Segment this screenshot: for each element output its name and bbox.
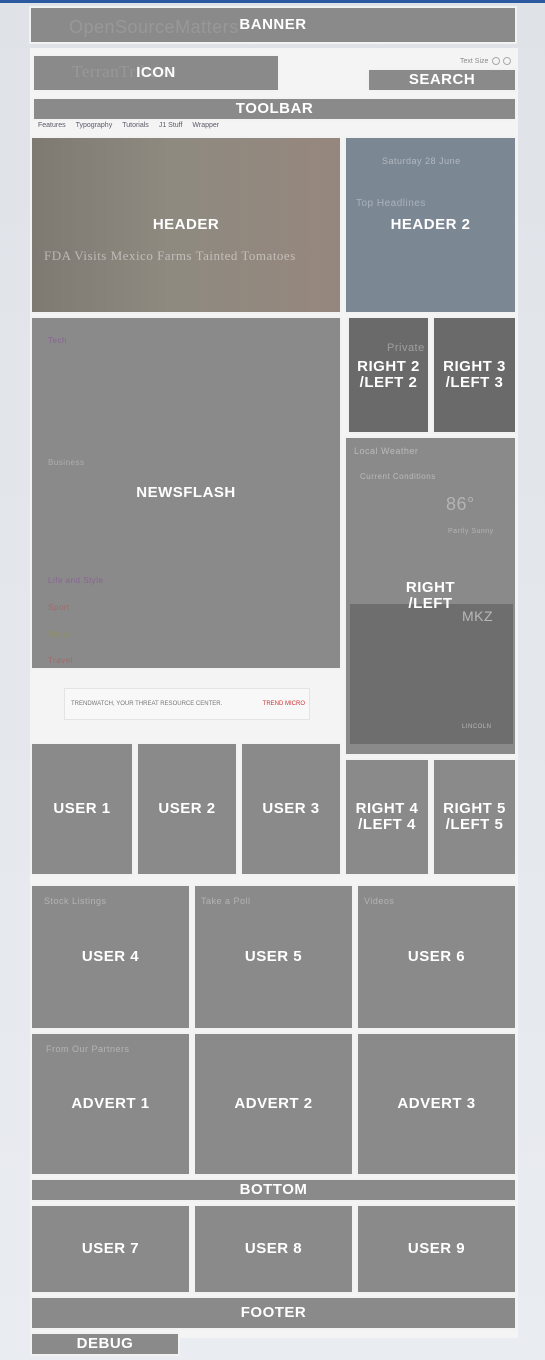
right-3-left-3-block[interactable]: RIGHT 3 /LEFT 3 <box>432 316 517 434</box>
right-4-label: RIGHT 4 /LEFT 4 <box>355 800 419 833</box>
current-conditions-title: Current Conditions <box>360 472 436 481</box>
take-a-poll-title: Take a Poll <box>201 896 251 906</box>
header-2-label: HEADER 2 <box>390 216 471 234</box>
top-headlines-title: Top Headlines <box>356 198 426 209</box>
newsflash-section-business: Business <box>48 458 85 467</box>
date-day: Saturday <box>382 156 423 166</box>
trend-micro-advert[interactable]: TRENDWATCH, YOUR THREAT RESOURCE CENTER.… <box>64 688 310 720</box>
subnav-features[interactable]: Features <box>38 122 66 129</box>
user-7-label: USER 7 <box>81 1240 140 1258</box>
user-9-label: USER 9 <box>407 1240 466 1258</box>
newsflash-section-life: Life and Style <box>48 576 104 585</box>
stock-listings-title: Stock Listings <box>44 896 107 906</box>
site-name-text: OpenSourceMatters <box>69 17 239 37</box>
right-3-label: RIGHT 3 /LEFT 3 <box>443 358 506 391</box>
advert-2-block[interactable]: ADVERT 2 <box>193 1032 354 1176</box>
date-display: Saturday 28 June <box>382 156 461 166</box>
toolbar-label: TOOLBAR <box>235 100 314 118</box>
advert-3-block[interactable]: ADVERT 3 <box>356 1032 517 1176</box>
right-left-block[interactable]: Local Weather Current Conditions 86° Par… <box>344 436 517 756</box>
private-video-title: Private video <box>387 342 428 354</box>
subnav: Features Typography Tutorials J1 Stuff W… <box>38 122 219 129</box>
newsflash-section-sport: Sport <box>48 603 70 612</box>
user-3-label: USER 3 <box>262 800 320 818</box>
icon-label: ICON <box>136 64 176 82</box>
user-8-block[interactable]: USER 8 <box>193 1204 354 1294</box>
weather-temperature: 86° <box>446 494 475 514</box>
user-5-label: USER 5 <box>244 948 303 966</box>
right-5-left-5-block[interactable]: RIGHT 5 /LEFT 5 <box>432 758 517 876</box>
user-1-label: USER 1 <box>53 800 111 818</box>
advert-1-label: ADVERT 1 <box>71 1095 150 1113</box>
right-2-left-2-block[interactable]: Private video RIGHT 2 /LEFT 2 <box>347 316 430 434</box>
partners-title: From Our Partners <box>46 1044 130 1054</box>
car-advert-image[interactable]: MKZ LINCOLN <box>350 604 513 744</box>
newsflash-label: NEWSFLASH <box>136 484 236 502</box>
search-label: SEARCH <box>408 71 476 89</box>
car-model-text: MKZ <box>462 608 494 624</box>
footer-block[interactable]: FOOTER <box>30 1296 517 1330</box>
bottom-block[interactable]: BOTTOM <box>30 1178 517 1202</box>
bottom-label: BOTTOM <box>239 1181 308 1199</box>
user-4-block[interactable]: Stock Listings USER 4 <box>30 884 191 1030</box>
user-5-block[interactable]: Take a Poll USER 5 <box>193 884 354 1030</box>
text-size-decrease-icon[interactable] <box>492 57 500 65</box>
car-brand-text: LINCOLN <box>462 724 492 730</box>
user-4-label: USER 4 <box>81 948 140 966</box>
user-6-block[interactable]: Videos USER 6 <box>356 884 517 1030</box>
user-2-block[interactable]: USER 2 <box>136 742 238 876</box>
right-4-left-4-block[interactable]: RIGHT 4 /LEFT 4 <box>344 758 430 876</box>
subnav-typography[interactable]: Typography <box>76 122 113 129</box>
footer-label: FOOTER <box>240 1304 307 1322</box>
user-1-block[interactable]: USER 1 <box>30 742 134 876</box>
subnav-wrapper[interactable]: Wrapper <box>192 122 219 129</box>
right-5-label: RIGHT 5 /LEFT 5 <box>443 800 506 833</box>
trend-ad-brand: TREND MICRO <box>262 701 305 707</box>
newsflash-section-travel: Travel <box>48 656 73 665</box>
user-3-block[interactable]: USER 3 <box>240 742 342 876</box>
user-7-block[interactable]: USER 7 <box>30 1204 191 1294</box>
debug-block[interactable]: DEBUG <box>30 1332 180 1356</box>
date-month: June <box>439 156 461 166</box>
search-block[interactable]: SEARCH <box>367 68 517 92</box>
trend-ad-text: TRENDWATCH, YOUR THREAT RESOURCE CENTER. <box>71 701 223 707</box>
user-9-block[interactable]: USER 9 <box>356 1204 517 1294</box>
subnav-tutorials[interactable]: Tutorials <box>122 122 149 129</box>
text-size-increase-icon[interactable] <box>503 57 511 65</box>
banner-label: BANNER <box>239 16 307 34</box>
videos-title: Videos <box>364 896 395 906</box>
top-accent-line <box>0 0 545 3</box>
newsflash-section-tech: Tech <box>48 336 67 345</box>
date-num: 28 <box>425 156 437 166</box>
right-left-label: RIGHT /LEFT <box>405 579 456 612</box>
text-size-label: Text Size <box>460 58 489 65</box>
subnav-j1-stuff[interactable]: J1 Stuff <box>159 122 183 129</box>
header-label: HEADER <box>152 216 220 234</box>
header-block[interactable]: FDA Visits Mexico Farms Tainted Tomatoes… <box>30 136 342 314</box>
banner-block[interactable]: OpenSourceMatters BANNER <box>29 6 517 44</box>
newsflash-block[interactable]: Tech Business Life and Style Sport World… <box>30 316 342 670</box>
user-6-label: USER 6 <box>407 948 466 966</box>
newsflash-section-world: World <box>48 630 72 639</box>
debug-label: DEBUG <box>76 1335 134 1353</box>
advert-3-label: ADVERT 3 <box>397 1095 476 1113</box>
user-8-label: USER 8 <box>244 1240 303 1258</box>
advert-2-label: ADVERT 2 <box>234 1095 313 1113</box>
local-weather-title: Local Weather <box>354 446 419 456</box>
user-2-label: USER 2 <box>158 800 216 818</box>
icon-block[interactable]: TerranTribune ICON <box>32 54 280 92</box>
weather-condition: Partly Sunny <box>448 528 494 535</box>
header-2-block[interactable]: Saturday 28 June Top Headlines HEADER 2 <box>344 136 517 314</box>
toolbar-block[interactable]: TOOLBAR <box>32 97 517 121</box>
header-title: FDA Visits Mexico Farms Tainted Tomatoes <box>44 248 296 263</box>
advert-1-block[interactable]: From Our Partners ADVERT 1 <box>30 1032 191 1176</box>
right-2-label: RIGHT 2 /LEFT 2 <box>357 358 420 391</box>
